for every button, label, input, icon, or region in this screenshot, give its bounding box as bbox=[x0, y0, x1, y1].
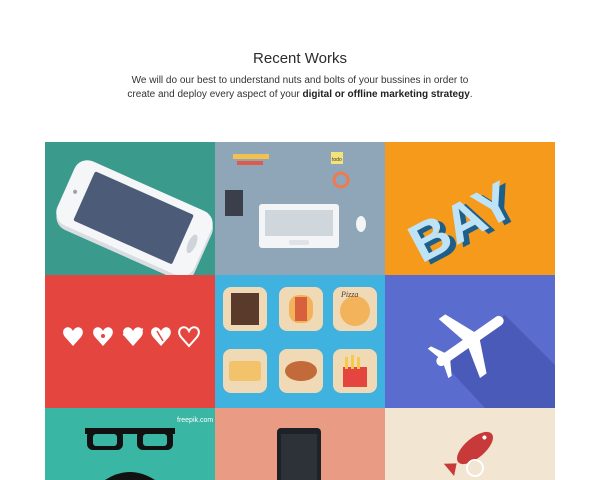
section-title: Recent Works bbox=[253, 50, 347, 67]
portfolio-item-bay-letters[interactable]: BAY BAY bbox=[385, 142, 555, 275]
laptop-icon: todo bbox=[225, 152, 366, 248]
bay-text: BAY BAY bbox=[399, 170, 529, 275]
portfolio-item-dark-phone[interactable] bbox=[215, 408, 385, 480]
sticky-note-text: todo bbox=[332, 157, 342, 163]
pizza-label: Pizza bbox=[340, 290, 358, 299]
glasses-icon: freepik.com bbox=[85, 417, 213, 480]
portfolio-item-hearts[interactable] bbox=[45, 275, 215, 408]
fish-icon bbox=[443, 431, 494, 477]
desc-bold: digital or offline marketing strategy bbox=[302, 89, 470, 100]
portfolio-item-fish[interactable] bbox=[385, 408, 555, 480]
portfolio-grid: todo BAY BAY Pizza freepik.com bbox=[45, 142, 555, 480]
desc-line-2: create and deploy every aspect of your bbox=[127, 89, 303, 100]
hearts-icon bbox=[63, 326, 200, 348]
desc-end: . bbox=[469, 89, 473, 100]
airplane-icon bbox=[427, 314, 555, 408]
section-description: We will do our best to understand nuts a… bbox=[100, 74, 500, 102]
food-icon: Pizza bbox=[223, 287, 377, 393]
smartphone-icon bbox=[56, 160, 213, 275]
portfolio-item-smartphone[interactable] bbox=[45, 142, 215, 275]
phone-icon bbox=[277, 428, 321, 480]
freepik-watermark: freepik.com bbox=[177, 417, 213, 424]
portfolio-item-airplane[interactable] bbox=[385, 275, 555, 408]
desc-line-1: We will do our best to understand nuts a… bbox=[131, 75, 469, 86]
portfolio-item-glasses[interactable]: freepik.com bbox=[45, 408, 215, 480]
portfolio-item-food-icons[interactable]: Pizza bbox=[215, 275, 385, 408]
portfolio-item-desk-laptop[interactable]: todo bbox=[215, 142, 385, 275]
